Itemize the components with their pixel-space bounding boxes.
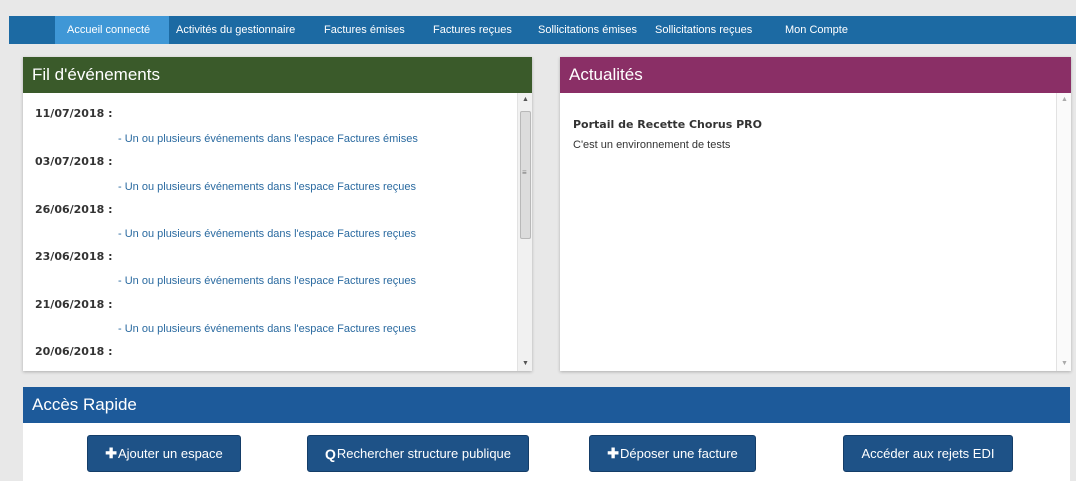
events-list: 11/07/2018 : - Un ou plusieurs événement… — [23, 93, 517, 371]
events-feed-panel: Fil d'événements 11/07/2018 : - Un ou pl… — [23, 57, 532, 371]
plus-icon: ✚ — [105, 445, 117, 461]
scroll-down-arrow-icon[interactable]: ▼ — [1057, 357, 1071, 371]
quick-access-title: Accès Rapide — [23, 387, 1070, 423]
add-space-button[interactable]: ✚ Ajouter un espace — [87, 435, 241, 472]
news-panel: Actualités Portail de Recette Chorus PRO… — [560, 57, 1071, 371]
event-date: 21/06/2018 : — [35, 298, 113, 311]
search-icon: Q — [324, 445, 336, 462]
tab-activites-gestionnaire[interactable]: Activités du gestionnaire — [176, 16, 295, 44]
news-scrollbar[interactable]: ▲ ▼ — [1056, 93, 1071, 371]
tab-sollicitations-emises[interactable]: Sollicitations émises — [538, 16, 637, 44]
tab-sollicitations-recues[interactable]: Sollicitations reçues — [655, 16, 752, 44]
event-link[interactable]: - Un ou plusieurs événements dans l'espa… — [118, 275, 416, 287]
news-panel-title: Actualités — [560, 57, 1071, 93]
event-date: 26/06/2018 : — [35, 203, 113, 216]
tab-mon-compte[interactable]: Mon Compte — [785, 16, 848, 44]
events-scrollbar[interactable]: ▲ ≡ ▼ — [517, 93, 532, 371]
submit-invoice-button[interactable]: ✚ Déposer une facture — [589, 435, 756, 472]
scroll-up-arrow-icon[interactable]: ▲ — [1057, 93, 1071, 107]
scroll-up-arrow-icon[interactable]: ▲ — [518, 93, 532, 107]
news-heading: Portail de Recette Chorus PRO — [573, 118, 762, 131]
edi-rejections-button[interactable]: Accéder aux rejets EDI — [843, 435, 1013, 472]
tab-factures-emises[interactable]: Factures émises — [324, 16, 405, 44]
event-link[interactable]: - Un ou plusieurs événements dans l'espa… — [118, 181, 416, 193]
edi-rejections-label: Accéder aux rejets EDI — [861, 446, 995, 461]
tab-accueil-connecte[interactable]: Accueil connecté — [55, 16, 169, 44]
news-text: C'est un environnement de tests — [573, 139, 731, 151]
search-public-structure-label: Rechercher structure publique — [336, 446, 512, 461]
event-link[interactable]: - Un ou plusieurs événements dans l'espa… — [118, 323, 416, 335]
event-date: 23/06/2018 : — [35, 250, 113, 263]
scroll-down-arrow-icon[interactable]: ▼ — [518, 357, 532, 371]
submit-invoice-label: Déposer une facture — [619, 446, 738, 461]
event-date: 03/07/2018 : — [35, 155, 113, 168]
event-date: 11/07/2018 : — [35, 107, 113, 120]
events-panel-title: Fil d'événements — [23, 57, 532, 93]
plus-icon: ✚ — [607, 445, 619, 461]
event-link[interactable]: - Un ou plusieurs événements dans l'espa… — [118, 228, 416, 240]
event-date: 20/06/2018 : — [35, 345, 113, 358]
grip-icon: ≡ — [522, 168, 527, 177]
top-nav-bar: Accueil connecté Activités du gestionnai… — [9, 16, 1076, 44]
add-space-label: Ajouter un espace — [117, 446, 223, 461]
search-public-structure-button[interactable]: Q Rechercher structure publique — [307, 435, 529, 472]
event-link[interactable]: - Un ou plusieurs événements dans l'espa… — [118, 133, 418, 145]
tab-factures-recues[interactable]: Factures reçues — [433, 16, 512, 44]
